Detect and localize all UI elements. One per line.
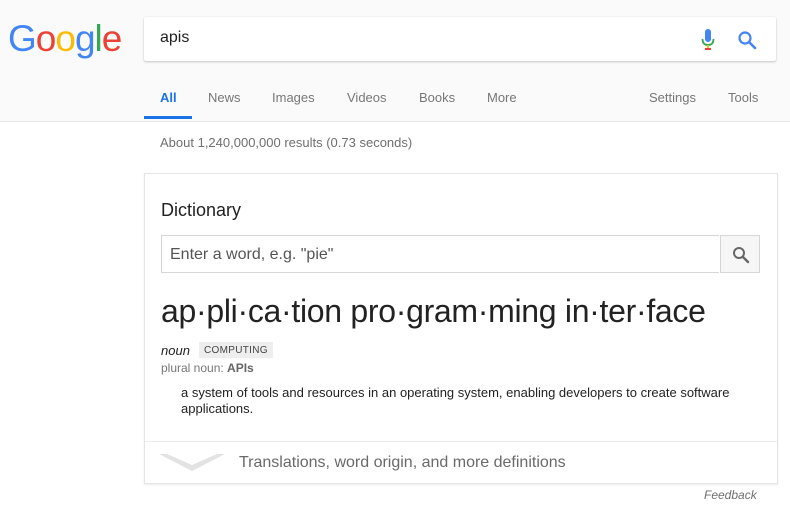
plural-form: plural noun: APIs xyxy=(161,361,254,375)
tab-more[interactable]: More xyxy=(487,90,517,105)
tab-all[interactable]: All xyxy=(160,90,177,105)
domain-badge: COMPUTING xyxy=(199,342,273,358)
logo-letter: l xyxy=(94,18,103,59)
logo-letter: o xyxy=(35,18,57,59)
microphone-icon[interactable] xyxy=(701,29,715,51)
chevron-down-icon[interactable] xyxy=(159,452,225,472)
definition-text: a system of tools and resources in an op… xyxy=(181,385,730,416)
dictionary-card: Dictionary Enter a word, e.g. "pie" ap·p… xyxy=(144,173,778,484)
results-count: About 1,240,000,000 results (0.73 second… xyxy=(160,135,413,150)
plural-label: plural noun: xyxy=(161,361,228,375)
search-box[interactable]: apis xyxy=(144,17,776,61)
header-bar: Google apis All News Images Videos Books… xyxy=(0,0,790,122)
card-title: Dictionary xyxy=(161,200,242,220)
tab-books[interactable]: Books xyxy=(419,90,455,105)
dictionary-input-placeholder: Enter a word, e.g. "pie" xyxy=(170,246,334,263)
logo-letter: e xyxy=(101,18,123,59)
dictionary-search-button[interactable] xyxy=(720,235,760,273)
active-tab-indicator xyxy=(144,116,192,119)
tab-news[interactable]: News xyxy=(208,90,241,105)
logo-letter: o xyxy=(55,18,76,59)
feedback-link[interactable]: Feedback xyxy=(704,488,757,502)
tab-settings[interactable]: Settings xyxy=(649,90,696,105)
part-of-speech: noun xyxy=(161,343,190,358)
tab-images[interactable]: Images xyxy=(272,90,315,105)
more-definitions-link[interactable]: Translations, word origin, and more defi… xyxy=(239,454,566,472)
search-icon xyxy=(733,247,750,264)
search-tabs: All News Images Videos Books More Settin… xyxy=(0,90,790,121)
tab-tools[interactable]: Tools xyxy=(728,90,758,105)
divider xyxy=(145,441,777,442)
search-icon[interactable] xyxy=(737,30,757,50)
headword: ap·pli·ca·tion pro·gram·ming in·ter·face xyxy=(161,293,706,329)
google-logo[interactable]: Google xyxy=(8,18,123,60)
logo-letter: g xyxy=(74,18,96,59)
tab-videos[interactable]: Videos xyxy=(347,90,387,105)
dictionary-search-field[interactable]: Enter a word, e.g. "pie" xyxy=(161,235,719,273)
search-input[interactable]: apis xyxy=(160,29,660,47)
plural-value: APIs xyxy=(227,361,254,375)
logo-letter: G xyxy=(8,18,37,59)
